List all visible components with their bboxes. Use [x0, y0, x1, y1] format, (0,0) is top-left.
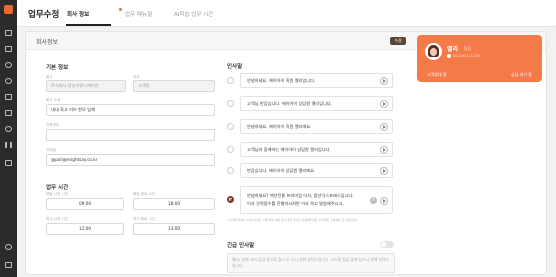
greeting-radio-selected[interactable]	[227, 196, 234, 203]
chart-icon[interactable]	[5, 142, 12, 148]
greeting-option[interactable]: 고객님 반갑습니다. 에이아이 상담원 엘리입니다.	[227, 96, 393, 111]
greeting-box: 안녕하세요. 에이아이 직원 엘리입니다.	[240, 73, 393, 88]
tab-active-dot	[119, 8, 122, 11]
play-icon[interactable]	[380, 167, 388, 175]
basic-info-title: 기본 정보	[46, 65, 69, 71]
greeting-text: 반갑습니다. 에이아이 상담원 엘리에요.	[247, 168, 316, 173]
greeting-box: 고객님과 함께하는 에이아이 상담원 엘리입니다.	[240, 142, 393, 157]
weekday-start-label: 평일 시작 시간	[46, 192, 69, 196]
profile-status-bar: 고객응대 중 상담 대기 중	[417, 71, 542, 82]
profile-phone: 02-5321-1234	[453, 53, 480, 58]
play-icon[interactable]	[380, 146, 388, 154]
greeting-radio[interactable]	[227, 146, 234, 153]
greeting-radio[interactable]	[227, 167, 234, 174]
sidebar	[0, 0, 17, 277]
top-header: 업무수정 회사 정보 업무 매뉴얼 AI학습 업무 시간	[17, 0, 556, 27]
greeting-box: 안녕하세요. 에이아이 직원 엘리에요.	[240, 119, 393, 134]
emergency-text: 예시) 현재 서버 점검 중으로 잠시 후 다시 전화 부탁드립니다. 시스템 …	[232, 257, 390, 268]
play-icon[interactable]	[380, 77, 388, 85]
settings-icon[interactable]	[5, 62, 12, 68]
rank-field: 고객응	[133, 80, 215, 92]
lunch-end-field[interactable]: 13:00	[133, 223, 215, 235]
bars-icon[interactable]	[5, 160, 12, 166]
greeting-box: 고객님 반갑습니다. 에이아이 상담원 엘리입니다.	[240, 96, 393, 111]
contact-label: 전화번호	[46, 123, 60, 127]
tab-ai-hours[interactable]: AI학습 업무 시간	[174, 10, 213, 18]
building-icon[interactable]	[5, 110, 12, 116]
calendar-icon[interactable]	[5, 46, 12, 52]
weekday-end-field[interactable]: 18:00	[133, 198, 215, 210]
phone-icon[interactable]	[5, 126, 12, 132]
play-icon[interactable]	[380, 197, 388, 205]
phone-icon	[447, 54, 451, 58]
logo-icon[interactable]	[4, 5, 13, 14]
pin-icon[interactable]	[5, 244, 12, 250]
profile-card: 엘리 팀장 02-5321-1234 고객응대 중 상담 대기 중	[417, 35, 542, 82]
page-title: 업무수정	[28, 10, 60, 20]
play-icon[interactable]	[380, 100, 388, 108]
greeting-text-line2: 이사 견적접수를 진행하시려면 이사 하고 말씀해주시고,	[247, 201, 344, 206]
emergency-toggle[interactable]	[380, 241, 394, 248]
greeting-text: 고객님 반갑습니다. 에이아이 상담원 엘리입니다.	[247, 101, 333, 106]
intro-field[interactable]: 내내 화고 리브 한모 업체	[46, 104, 215, 116]
card-icon[interactable]	[5, 94, 12, 100]
greeting-text: 고객님과 함께하는 에이아이 상담원 엘리입니다.	[247, 147, 331, 152]
greeting-text: 안녕하세요. 에이아이 직원 엘리입니다.	[247, 78, 316, 83]
greeting-text-line1: 안녕하세요? 백년전통 프리미엄 이사, 풍선익스프레스입니다.	[247, 193, 354, 198]
email-field[interactable]: @poll@mightsay.co.kr	[46, 154, 215, 166]
profile-status-right[interactable]: 상담 대기 중	[511, 72, 532, 78]
intro-label: 회사 소개	[46, 98, 61, 102]
contact-field[interactable]	[46, 129, 215, 141]
greeting-option[interactable]: 안녕하세요. 에이아이 직원 엘리에요.	[227, 119, 393, 134]
company-field: 주식회사 풍선커뮤니케이션	[46, 80, 126, 92]
greeting-box: 안녕하세요? 백년전통 프리미엄 이사, 풍선익스프레스입니다. 이사 견적접수…	[240, 186, 393, 214]
greeting-radio[interactable]	[227, 100, 234, 107]
tab-company-info[interactable]: 회사 정보	[67, 10, 89, 18]
emergency-textarea[interactable]: 예시) 현재 서버 점검 중으로 잠시 후 다시 전화 부탁드립니다. 시스템 …	[227, 253, 395, 273]
hours-title: 업무 시간	[46, 185, 69, 191]
tab-underline	[66, 24, 111, 26]
play-icon[interactable]	[380, 123, 388, 131]
greeting-option[interactable]: 안녕하세요. 에이아이 직원 엘리입니다.	[227, 73, 393, 88]
lunch-start-label: 휴식 시작 시간	[46, 217, 69, 221]
greeting-option[interactable]: 반갑습니다. 에이아이 상담원 엘리에요.	[227, 163, 393, 178]
greetings-title: 인사말	[227, 64, 243, 70]
grid-icon[interactable]	[5, 30, 12, 36]
profile-role: 팀장	[464, 46, 471, 51]
greeting-radio[interactable]	[227, 123, 234, 130]
emergency-title: 긴급 인사말	[227, 243, 255, 249]
greeting-text: 안녕하세요. 에이아이 직원 엘리에요.	[247, 124, 312, 129]
greeting-note: * 인사말 길이는 10초 이내로, 전화 받는 분이 듣기 좋은 길이로 작성…	[227, 218, 359, 222]
greeting-radio[interactable]	[227, 77, 234, 84]
door-icon[interactable]	[5, 262, 12, 268]
tab-manual[interactable]: 업무 매뉴얼	[125, 10, 152, 18]
lunch-start-field[interactable]: 12:00	[46, 223, 124, 235]
remove-icon[interactable]: ×	[370, 197, 377, 204]
user-icon[interactable]	[5, 78, 12, 84]
card-title: 회사정보	[36, 39, 59, 46]
edit-button[interactable]: 수정	[390, 37, 406, 45]
lunch-end-label: 휴식 종료 시간	[133, 217, 156, 221]
greeting-box: 반갑습니다. 에이아이 상담원 엘리에요.	[240, 163, 393, 178]
greeting-option[interactable]: 고객님과 함께하는 에이아이 상담원 엘리입니다.	[227, 142, 393, 157]
profile-status-left: 고객응대 중	[427, 72, 447, 77]
avatar	[425, 43, 442, 60]
weekday-start-field[interactable]: 09:00	[46, 198, 124, 210]
weekday-end-label: 평일 종료 시간	[133, 192, 156, 196]
email-label: 이메일	[46, 148, 56, 152]
greeting-option-selected[interactable]: 안녕하세요? 백년전통 프리미엄 이사, 풍선익스프레스입니다. 이사 견적접수…	[227, 186, 393, 214]
profile-name: 엘리	[447, 46, 459, 53]
